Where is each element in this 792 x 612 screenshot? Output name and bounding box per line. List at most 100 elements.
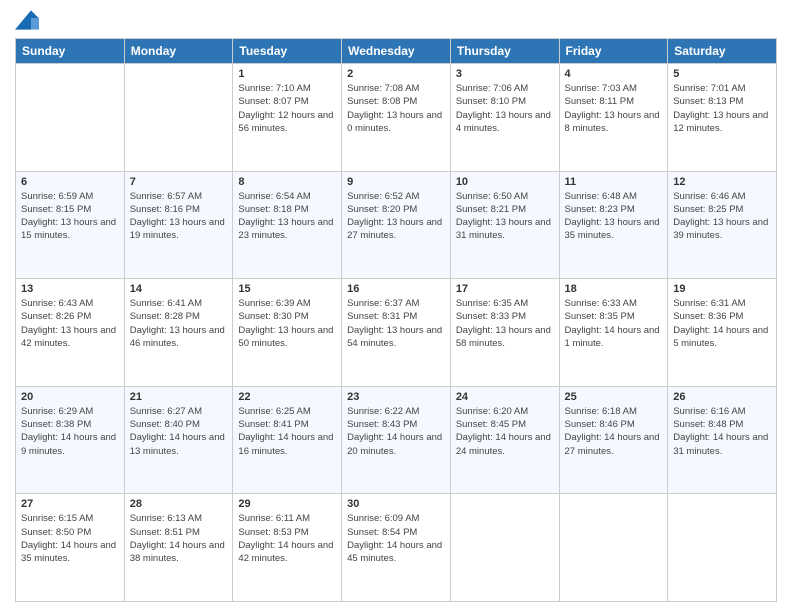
header [15,10,777,30]
calendar-cell: 27 Sunrise: 6:15 AM Sunset: 8:50 PM Dayli… [16,494,125,602]
day-info: Sunrise: 6:27 AM Sunset: 8:40 PM Dayligh… [130,405,228,458]
calendar-cell: 22 Sunrise: 6:25 AM Sunset: 8:41 PM Dayli… [233,386,342,494]
day-info: Sunrise: 6:43 AM Sunset: 8:26 PM Dayligh… [21,297,119,350]
calendar-cell: 23 Sunrise: 6:22 AM Sunset: 8:43 PM Dayli… [342,386,451,494]
logo-icon [15,10,39,30]
day-info: Sunrise: 7:10 AM Sunset: 8:07 PM Dayligh… [238,82,336,135]
calendar-cell: 9 Sunrise: 6:52 AM Sunset: 8:20 PM Daylig… [342,171,451,279]
day-info: Sunrise: 7:08 AM Sunset: 8:08 PM Dayligh… [347,82,445,135]
weekday-header-friday: Friday [559,39,668,64]
week-row-3: 20 Sunrise: 6:29 AM Sunset: 8:38 PM Dayli… [16,386,777,494]
day-number: 25 [565,391,663,403]
day-info: Sunrise: 6:33 AM Sunset: 8:35 PM Dayligh… [565,297,663,350]
calendar-cell: 15 Sunrise: 6:39 AM Sunset: 8:30 PM Dayli… [233,279,342,387]
calendar-cell: 28Sunrise: 6:13 AM Sunset: 8:51 PM Dayli… [124,494,233,602]
calendar-cell: 13Sunrise: 6:43 AM Sunset: 8:26 PM Dayli… [16,279,125,387]
day-number: 24 [456,391,554,403]
calendar-cell: 11 Sunrise: 6:48 AM Sunset: 8:23 PM Dayli… [559,171,668,279]
calendar-cell: 8Sunrise: 6:54 AM Sunset: 8:18 PM Daylig… [233,171,342,279]
day-info: Sunrise: 6:18 AM Sunset: 8:46 PM Dayligh… [565,405,663,458]
day-number: 3 [456,68,554,80]
weekday-header-monday: Monday [124,39,233,64]
calendar-cell: 16 Sunrise: 6:37 AM Sunset: 8:31 PM Dayli… [342,279,451,387]
page: SundayMondayTuesdayWednesdayThursdayFrid… [0,0,792,612]
calendar-cell: 14 Sunrise: 6:41 AM Sunset: 8:28 PM Dayli… [124,279,233,387]
weekday-header-saturday: Saturday [668,39,777,64]
day-info: Sunrise: 6:20 AM Sunset: 8:45 PM Dayligh… [456,405,554,458]
day-number: 15 [238,283,336,295]
day-number: 9 [347,176,445,188]
calendar-cell: 4 Sunrise: 7:03 AM Sunset: 8:11 PM Daylig… [559,64,668,172]
day-info: Sunrise: 6:41 AM Sunset: 8:28 PM Dayligh… [130,297,228,350]
week-row-1: 6 Sunrise: 6:59 AM Sunset: 8:15 PM Daylig… [16,171,777,279]
day-info: Sunrise: 6:52 AM Sunset: 8:20 PM Dayligh… [347,190,445,243]
day-number: 2 [347,68,445,80]
calendar-cell: 29 Sunrise: 6:11 AM Sunset: 8:53 PM Dayli… [233,494,342,602]
calendar-cell: 18Sunrise: 6:33 AM Sunset: 8:35 PM Dayli… [559,279,668,387]
day-number: 1 [238,68,336,80]
calendar-cell: 1 Sunrise: 7:10 AM Sunset: 8:07 PM Daylig… [233,64,342,172]
day-number: 14 [130,283,228,295]
calendar-cell: 2 Sunrise: 7:08 AM Sunset: 8:08 PM Daylig… [342,64,451,172]
day-number: 20 [21,391,119,403]
week-row-4: 27 Sunrise: 6:15 AM Sunset: 8:50 PM Dayli… [16,494,777,602]
day-number: 21 [130,391,228,403]
day-info: Sunrise: 6:25 AM Sunset: 8:41 PM Dayligh… [238,405,336,458]
calendar-cell: 7 Sunrise: 6:57 AM Sunset: 8:16 PM Daylig… [124,171,233,279]
calendar-cell: 17Sunrise: 6:35 AM Sunset: 8:33 PM Dayli… [450,279,559,387]
calendar-cell [16,64,125,172]
week-row-2: 13Sunrise: 6:43 AM Sunset: 8:26 PM Dayli… [16,279,777,387]
calendar-table: SundayMondayTuesdayWednesdayThursdayFrid… [15,38,777,602]
calendar-cell [124,64,233,172]
calendar-cell: 25 Sunrise: 6:18 AM Sunset: 8:46 PM Dayli… [559,386,668,494]
day-number: 8 [238,176,336,188]
day-info: Sunrise: 6:31 AM Sunset: 8:36 PM Dayligh… [673,297,771,350]
calendar-cell: 24 Sunrise: 6:20 AM Sunset: 8:45 PM Dayli… [450,386,559,494]
day-info: Sunrise: 6:37 AM Sunset: 8:31 PM Dayligh… [347,297,445,350]
day-number: 11 [565,176,663,188]
day-info: Sunrise: 6:39 AM Sunset: 8:30 PM Dayligh… [238,297,336,350]
calendar-cell: 26Sunrise: 6:16 AM Sunset: 8:48 PM Dayli… [668,386,777,494]
calendar-cell: 10 Sunrise: 6:50 AM Sunset: 8:21 PM Dayli… [450,171,559,279]
day-number: 4 [565,68,663,80]
day-info: Sunrise: 6:22 AM Sunset: 8:43 PM Dayligh… [347,405,445,458]
day-number: 22 [238,391,336,403]
day-info: Sunrise: 6:15 AM Sunset: 8:50 PM Dayligh… [21,512,119,565]
weekday-header-row: SundayMondayTuesdayWednesdayThursdayFrid… [16,39,777,64]
weekday-header-wednesday: Wednesday [342,39,451,64]
day-number: 6 [21,176,119,188]
day-number: 16 [347,283,445,295]
calendar-cell: 6 Sunrise: 6:59 AM Sunset: 8:15 PM Daylig… [16,171,125,279]
day-number: 7 [130,176,228,188]
day-info: Sunrise: 6:29 AM Sunset: 8:38 PM Dayligh… [21,405,119,458]
calendar-cell: 30Sunrise: 6:09 AM Sunset: 8:54 PM Dayli… [342,494,451,602]
day-info: Sunrise: 7:06 AM Sunset: 8:10 PM Dayligh… [456,82,554,135]
calendar-cell: 19Sunrise: 6:31 AM Sunset: 8:36 PM Dayli… [668,279,777,387]
logo [15,10,41,30]
calendar-cell: 21 Sunrise: 6:27 AM Sunset: 8:40 PM Dayli… [124,386,233,494]
day-info: Sunrise: 7:01 AM Sunset: 8:13 PM Dayligh… [673,82,771,135]
day-info: Sunrise: 6:59 AM Sunset: 8:15 PM Dayligh… [21,190,119,243]
day-number: 29 [238,498,336,510]
day-number: 27 [21,498,119,510]
day-info: Sunrise: 6:13 AM Sunset: 8:51 PM Dayligh… [130,512,228,565]
day-info: Sunrise: 6:35 AM Sunset: 8:33 PM Dayligh… [456,297,554,350]
calendar-cell [668,494,777,602]
day-number: 12 [673,176,771,188]
day-info: Sunrise: 6:11 AM Sunset: 8:53 PM Dayligh… [238,512,336,565]
weekday-header-thursday: Thursday [450,39,559,64]
day-info: Sunrise: 7:03 AM Sunset: 8:11 PM Dayligh… [565,82,663,135]
day-info: Sunrise: 6:09 AM Sunset: 8:54 PM Dayligh… [347,512,445,565]
calendar-cell: 12 Sunrise: 6:46 AM Sunset: 8:25 PM Dayli… [668,171,777,279]
day-info: Sunrise: 6:50 AM Sunset: 8:21 PM Dayligh… [456,190,554,243]
calendar-cell [450,494,559,602]
calendar-cell [559,494,668,602]
calendar-cell: 3 Sunrise: 7:06 AM Sunset: 8:10 PM Daylig… [450,64,559,172]
day-info: Sunrise: 6:57 AM Sunset: 8:16 PM Dayligh… [130,190,228,243]
day-number: 23 [347,391,445,403]
week-row-0: 1 Sunrise: 7:10 AM Sunset: 8:07 PM Daylig… [16,64,777,172]
day-number: 5 [673,68,771,80]
day-info: Sunrise: 6:46 AM Sunset: 8:25 PM Dayligh… [673,190,771,243]
day-info: Sunrise: 6:48 AM Sunset: 8:23 PM Dayligh… [565,190,663,243]
day-number: 10 [456,176,554,188]
